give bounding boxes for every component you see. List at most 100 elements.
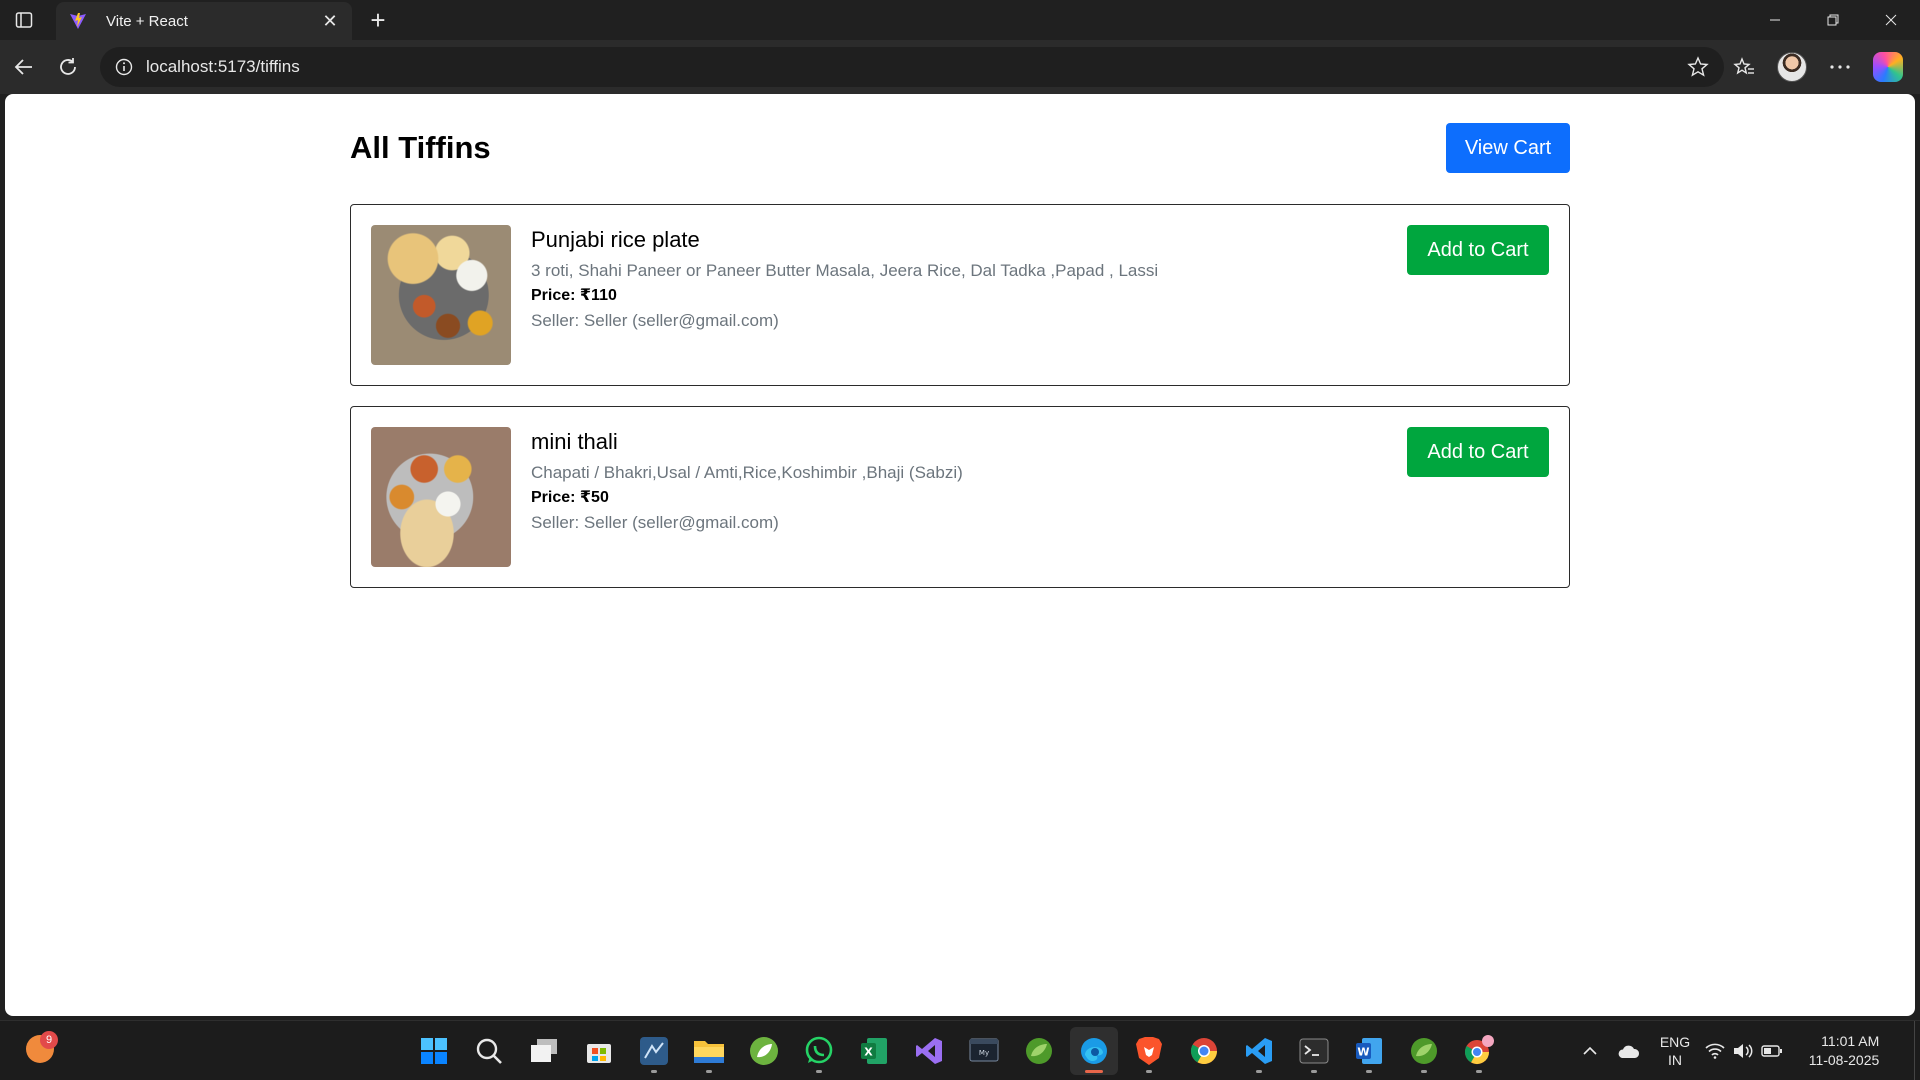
tiffin-price: Price: ₹110 bbox=[531, 287, 617, 304]
site-info-icon[interactable] bbox=[114, 57, 134, 77]
favorites-button[interactable] bbox=[1722, 47, 1766, 87]
back-arrow-icon bbox=[14, 59, 32, 75]
spring-app[interactable] bbox=[740, 1027, 788, 1075]
vite-logo-icon bbox=[68, 11, 88, 31]
svg-text:W: W bbox=[1357, 1046, 1369, 1059]
tab-title: Vite + React bbox=[106, 12, 188, 30]
excel-app[interactable]: X bbox=[850, 1027, 898, 1075]
back-button[interactable] bbox=[2, 47, 46, 87]
close-window-button[interactable] bbox=[1862, 0, 1920, 40]
copilot-button[interactable] bbox=[1866, 47, 1910, 87]
add-to-cart-button[interactable]: Add to Cart bbox=[1407, 225, 1549, 275]
view-cart-button[interactable]: View Cart bbox=[1446, 123, 1570, 173]
word-app[interactable]: W bbox=[1345, 1027, 1393, 1075]
battery-icon bbox=[1761, 1045, 1782, 1057]
spring-tools-icon bbox=[1026, 1038, 1052, 1064]
reload-button[interactable] bbox=[46, 47, 90, 87]
spring-tools-app-2[interactable] bbox=[1400, 1027, 1448, 1075]
clock-time: 11:01 AM bbox=[1821, 1033, 1880, 1049]
minimize-button[interactable] bbox=[1746, 0, 1804, 40]
app-blue-icon bbox=[640, 1037, 668, 1065]
taskbar-apps: X My W bbox=[410, 1027, 1503, 1075]
tiffin-details: mini thali Chapati / Bhakri,Usal / Amti,… bbox=[531, 429, 963, 533]
running-indicator bbox=[651, 1070, 657, 1073]
terminal-icon bbox=[1299, 1038, 1329, 1064]
blue-app[interactable] bbox=[630, 1027, 678, 1075]
tiffin-price: Price: ₹50 bbox=[531, 489, 609, 506]
new-tab-button[interactable]: + bbox=[364, 5, 392, 35]
visual-studio-icon bbox=[916, 1038, 942, 1064]
vscode-app[interactable] bbox=[1235, 1027, 1283, 1075]
tiffin-seller: Seller: Seller (seller@gmail.com) bbox=[531, 513, 779, 532]
spring-tools-icon bbox=[1411, 1038, 1437, 1064]
word-icon: W bbox=[1356, 1038, 1382, 1064]
svg-text:My: My bbox=[979, 1049, 989, 1057]
onedrive-button[interactable] bbox=[1608, 1043, 1648, 1059]
copilot-icon bbox=[1873, 52, 1903, 82]
browser-toolbar: localhost:5173/tiffins bbox=[0, 40, 1920, 94]
clock[interactable]: 11:01 AM 11-08-2025 bbox=[1798, 1032, 1890, 1070]
running-indicator bbox=[1146, 1070, 1152, 1073]
show-hidden-icons-button[interactable] bbox=[1572, 1046, 1608, 1056]
profile-button[interactable] bbox=[1770, 47, 1814, 87]
url-text: localhost:5173/tiffins bbox=[146, 57, 300, 76]
chrome-icon bbox=[1190, 1038, 1218, 1065]
search-icon bbox=[476, 1038, 502, 1064]
spring-tools-app[interactable] bbox=[1015, 1027, 1063, 1075]
tiffin-details: Punjabi rice plate 3 roti, Shahi Paneer … bbox=[531, 227, 1158, 331]
tiffin-name: mini thali bbox=[531, 429, 618, 454]
chrome-app[interactable] bbox=[1180, 1027, 1228, 1075]
page-header: All Tiffins View Cart bbox=[350, 94, 1570, 204]
reload-icon bbox=[60, 58, 76, 75]
wifi-icon bbox=[1705, 1043, 1725, 1059]
task-view-icon bbox=[531, 1039, 557, 1062]
running-indicator bbox=[1085, 1070, 1103, 1073]
browser-tabstrip: Vite + React ✕ + bbox=[0, 0, 1920, 40]
running-indicator bbox=[816, 1070, 822, 1073]
task-view-button[interactable] bbox=[520, 1027, 568, 1075]
start-button[interactable] bbox=[410, 1027, 458, 1075]
address-bar[interactable]: localhost:5173/tiffins bbox=[100, 47, 1724, 87]
tab-vite-react[interactable]: Vite + React ✕ bbox=[56, 2, 352, 40]
whatsapp-app[interactable] bbox=[795, 1027, 843, 1075]
running-indicator bbox=[1256, 1070, 1262, 1073]
visual-studio-app[interactable] bbox=[905, 1027, 953, 1075]
add-to-cart-button[interactable]: Add to Cart bbox=[1407, 427, 1549, 477]
edge-app[interactable] bbox=[1070, 1027, 1118, 1075]
file-explorer-app[interactable] bbox=[685, 1027, 733, 1075]
restore-button[interactable] bbox=[1804, 0, 1862, 40]
running-indicator bbox=[706, 1070, 712, 1073]
ms-store-app[interactable] bbox=[575, 1027, 623, 1075]
vscode-icon bbox=[1246, 1038, 1272, 1064]
weather-widget[interactable]: 9 bbox=[26, 1031, 58, 1067]
tiffin-description: 3 roti, Shahi Paneer or Paneer Butter Ma… bbox=[531, 261, 1159, 280]
region-code: IN bbox=[1668, 1052, 1682, 1068]
terminal-app[interactable] bbox=[1290, 1027, 1338, 1075]
store-icon bbox=[587, 1044, 611, 1063]
favorite-star-icon[interactable] bbox=[1686, 55, 1710, 79]
tiffin-image bbox=[371, 427, 511, 567]
brave-app[interactable] bbox=[1125, 1027, 1173, 1075]
more-dots-icon bbox=[1830, 65, 1850, 69]
tiffin-seller: Seller: Seller (seller@gmail.com) bbox=[531, 311, 779, 330]
tab-actions-button[interactable] bbox=[0, 0, 48, 40]
tiffin-card: mini thali Chapati / Bhakri,Usal / Amti,… bbox=[350, 406, 1570, 588]
language-indicator[interactable]: ENG IN bbox=[1648, 1033, 1702, 1069]
running-indicator bbox=[1366, 1070, 1372, 1073]
more-menu-button[interactable] bbox=[1818, 47, 1862, 87]
chrome-profile-app[interactable] bbox=[1455, 1027, 1503, 1075]
mysql-workbench-app[interactable]: My bbox=[960, 1027, 1008, 1075]
taskbar-search-button[interactable] bbox=[465, 1027, 513, 1075]
clock-date: 11-08-2025 bbox=[1808, 1052, 1880, 1068]
svg-text:X: X bbox=[864, 1046, 873, 1059]
quick-settings-button[interactable] bbox=[1702, 1043, 1786, 1059]
taskbar: 9 X My W ENG IN 11:01 AM 11-08-2025 bbox=[0, 1020, 1920, 1080]
profile-avatar bbox=[1777, 52, 1807, 82]
running-indicator bbox=[1476, 1070, 1482, 1073]
language-code: ENG bbox=[1659, 1034, 1691, 1050]
close-icon bbox=[1885, 14, 1897, 26]
tab-close-icon[interactable]: ✕ bbox=[318, 9, 342, 33]
restore-icon bbox=[1827, 14, 1839, 26]
show-desktop-button[interactable] bbox=[1914, 1021, 1920, 1080]
page-title: All Tiffins bbox=[350, 130, 491, 165]
